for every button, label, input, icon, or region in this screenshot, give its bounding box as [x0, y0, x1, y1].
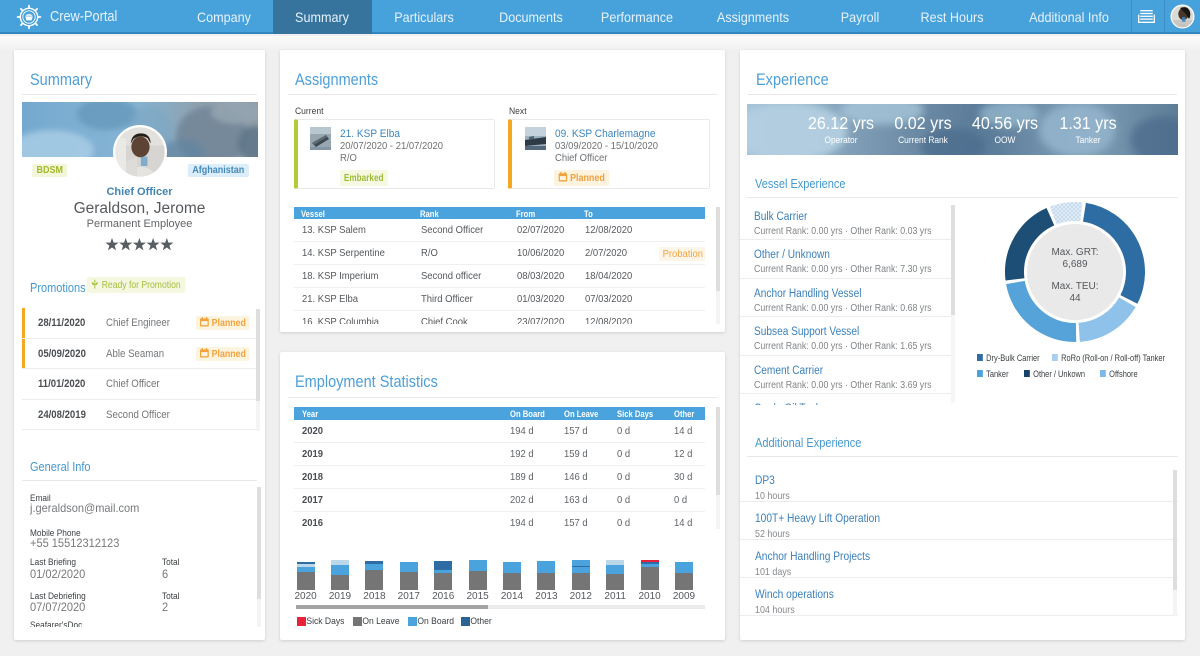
svg-text:Max. TEU:: Max. TEU: [1051, 281, 1098, 292]
svg-text:6,689: 6,689 [1062, 259, 1087, 270]
svg-text:Max. GRT:: Max. GRT: [1051, 247, 1098, 258]
svg-text:44: 44 [1069, 293, 1081, 304]
